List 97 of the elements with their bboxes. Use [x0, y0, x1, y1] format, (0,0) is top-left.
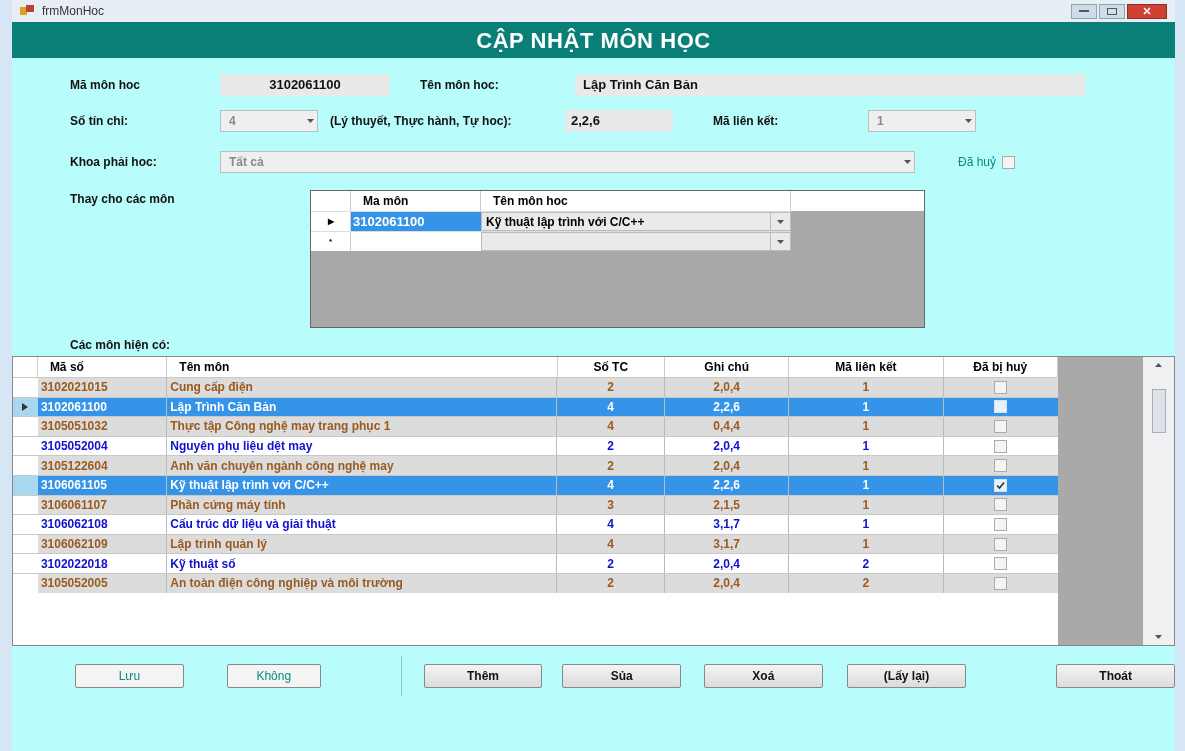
table-row[interactable]: 3102061100 Lập Trình Căn Bản 4 2,2,6 1 [13, 396, 1058, 417]
table-cell: 3,1,7 [664, 515, 790, 534]
input-field[interactable]: Lập Trình Căn Bản [575, 74, 1085, 96]
table-cell: Cấu trúc dữ liệu và giải thuật [167, 515, 558, 534]
table-cell: 3105122604 [37, 456, 168, 475]
table-cell: 2 [557, 456, 665, 475]
checkbox[interactable] [994, 557, 1008, 571]
table-cell: 2 [789, 573, 944, 593]
table-cell: 2,2,6 [664, 475, 790, 495]
action-button[interactable]: Thêm [423, 664, 543, 688]
table-cell: 3102021015 [37, 378, 168, 397]
table-row[interactable]: 3106061105 Kỹ thuật lập trình với C/C++ 4 2,2,6 1 [13, 474, 1058, 495]
table-cell: Anh văn chuyên ngành công nghệ may [167, 456, 558, 475]
table-cell: 1 [789, 456, 944, 475]
checkbox[interactable] [1002, 155, 1016, 169]
table-cell: Kỹ thuật số [167, 554, 558, 573]
table-cell: 3106062108 [37, 515, 168, 534]
input-field[interactable]: 2,2,6 [565, 110, 673, 132]
checkbox[interactable] [994, 498, 1008, 512]
checkbox[interactable] [994, 459, 1008, 473]
check-icon [996, 480, 1006, 490]
field-label: Mã liên kết: [713, 113, 780, 130]
table-row[interactable]: 3105051032 Thực tập Công nghệ may trang phục 1 4 0,4,4 1 [13, 416, 1058, 436]
table-cell: 4 [557, 515, 665, 534]
scroll-down-icon [1155, 635, 1162, 639]
checkbox[interactable] [994, 380, 1008, 394]
table-cell: 0,4,4 [664, 417, 790, 436]
action-button[interactable]: Sủa [562, 664, 681, 688]
dropdown-field[interactable]: 4 [220, 110, 318, 132]
dropdown-field[interactable]: Tất cả [220, 151, 915, 173]
table-cell: 3102022018 [37, 554, 168, 573]
table-row[interactable]: 3105052005 An toàn điện công nghiệp và môi trường 2 2,0,4 2 [13, 572, 1058, 593]
action-button[interactable]: Thoát [1056, 664, 1175, 688]
close-button[interactable] [1127, 3, 1167, 19]
window-title: frmMonHoc [42, 3, 104, 20]
table-cell: 4 [557, 475, 665, 495]
table-cell: 2 [557, 573, 665, 593]
table-row[interactable]: 3106061107 Phần cứng máy tính 3 2,1,5 1 [13, 494, 1058, 515]
table-cell: 2 [557, 378, 665, 397]
table-row[interactable]: 3102022018 Kỹ thuật số 2 2,0,4 2 [13, 553, 1058, 573]
table-row[interactable]: 3102021015 Cung cấp điện 2 2,0,4 1 [13, 377, 1058, 397]
caret-icon [964, 119, 972, 123]
table-cell: 2,0,4 [664, 554, 790, 573]
table-cell: 3105051032 [37, 417, 168, 436]
table-cell: 2 [557, 554, 665, 573]
maximize-button[interactable] [1099, 3, 1125, 19]
dropdown-cell[interactable]: Kỹ thuật lập trình với C/C++ [481, 212, 791, 231]
table-cell: Kỹ thuật lập trình với C/C++ [167, 475, 558, 495]
table-cell: 3106061105 [37, 475, 168, 495]
form-title: CẬP NHẬT MÔN HỌC [476, 26, 711, 55]
field-label: Mã môn hoc [70, 77, 141, 94]
checkbox[interactable] [994, 517, 1008, 531]
checkbox[interactable] [994, 439, 1008, 453]
dropdown-cell[interactable] [481, 232, 791, 251]
table-cell: 2,0,4 [664, 456, 790, 475]
table-cell: 1 [789, 378, 944, 397]
action-button[interactable]: (Lấy lại) [846, 664, 967, 688]
scroll-up-icon [1155, 363, 1162, 367]
section-label: Thay cho các môn [70, 191, 176, 208]
field-label: (Lý thuyết, Thực hành, Tự hoc): [330, 113, 513, 130]
dropdown-field[interactable]: 1 [868, 110, 976, 132]
caret-icon [777, 219, 784, 224]
table-row[interactable]: 3106062109 Lập trình quản lý 4 3,1,7 1 [13, 533, 1058, 554]
checkbox[interactable] [994, 420, 1008, 433]
caret-icon [903, 160, 911, 164]
app-icon [20, 5, 34, 17]
action-button[interactable]: Xoá [704, 664, 823, 688]
field-label: Khoa phải hoc: [70, 154, 158, 171]
table-row[interactable]: 3105052004 Nguyên phụ liệu dệt may 2 2,0,4 1 [13, 435, 1058, 456]
checkbox[interactable] [994, 537, 1008, 551]
table-cell: 3105052005 [37, 573, 168, 593]
table-row[interactable]: 3105122604 Anh văn chuyên ngành công nghệ may 2 2,0,4 1 [13, 455, 1058, 475]
row-header [13, 475, 38, 495]
table-cell: 2,0,4 [664, 573, 790, 593]
input-field[interactable]: 3102061100 [220, 74, 390, 96]
table-cell: 1 [789, 515, 944, 534]
checkbox[interactable] [994, 576, 1008, 590]
table-cell: 4 [557, 417, 665, 436]
table-cell: An toàn điện công nghiệp và môi trường [167, 573, 558, 593]
table-cell: 1 [789, 475, 944, 495]
table-cell: 2,0,4 [664, 378, 790, 397]
section-label: Các môn hiện có: [69, 337, 171, 354]
code-cell[interactable]: 3102061100 [351, 212, 481, 231]
table-cell: 2 [789, 554, 944, 573]
scrollbar[interactable] [1143, 357, 1174, 645]
field-label: Tên môn hoc: [420, 77, 500, 94]
scroll-thumb[interactable] [1151, 389, 1166, 433]
minimize-button[interactable] [1071, 3, 1097, 19]
caret-icon [306, 119, 314, 123]
table-cell: 1 [789, 417, 944, 436]
table-cell: Cung cấp điện [167, 378, 558, 397]
field-label: Số tín chỉ: [70, 113, 129, 130]
close-icon [1143, 7, 1151, 15]
table-row[interactable]: 3106062108 Cấu trúc dữ liệu và giải thuật 4 3,1,7 1 [13, 514, 1058, 534]
table-cell: Thực tập Công nghệ may trang phục 1 [167, 417, 558, 436]
field-label: Đã huỷ [958, 154, 997, 171]
caret-icon [777, 239, 784, 244]
